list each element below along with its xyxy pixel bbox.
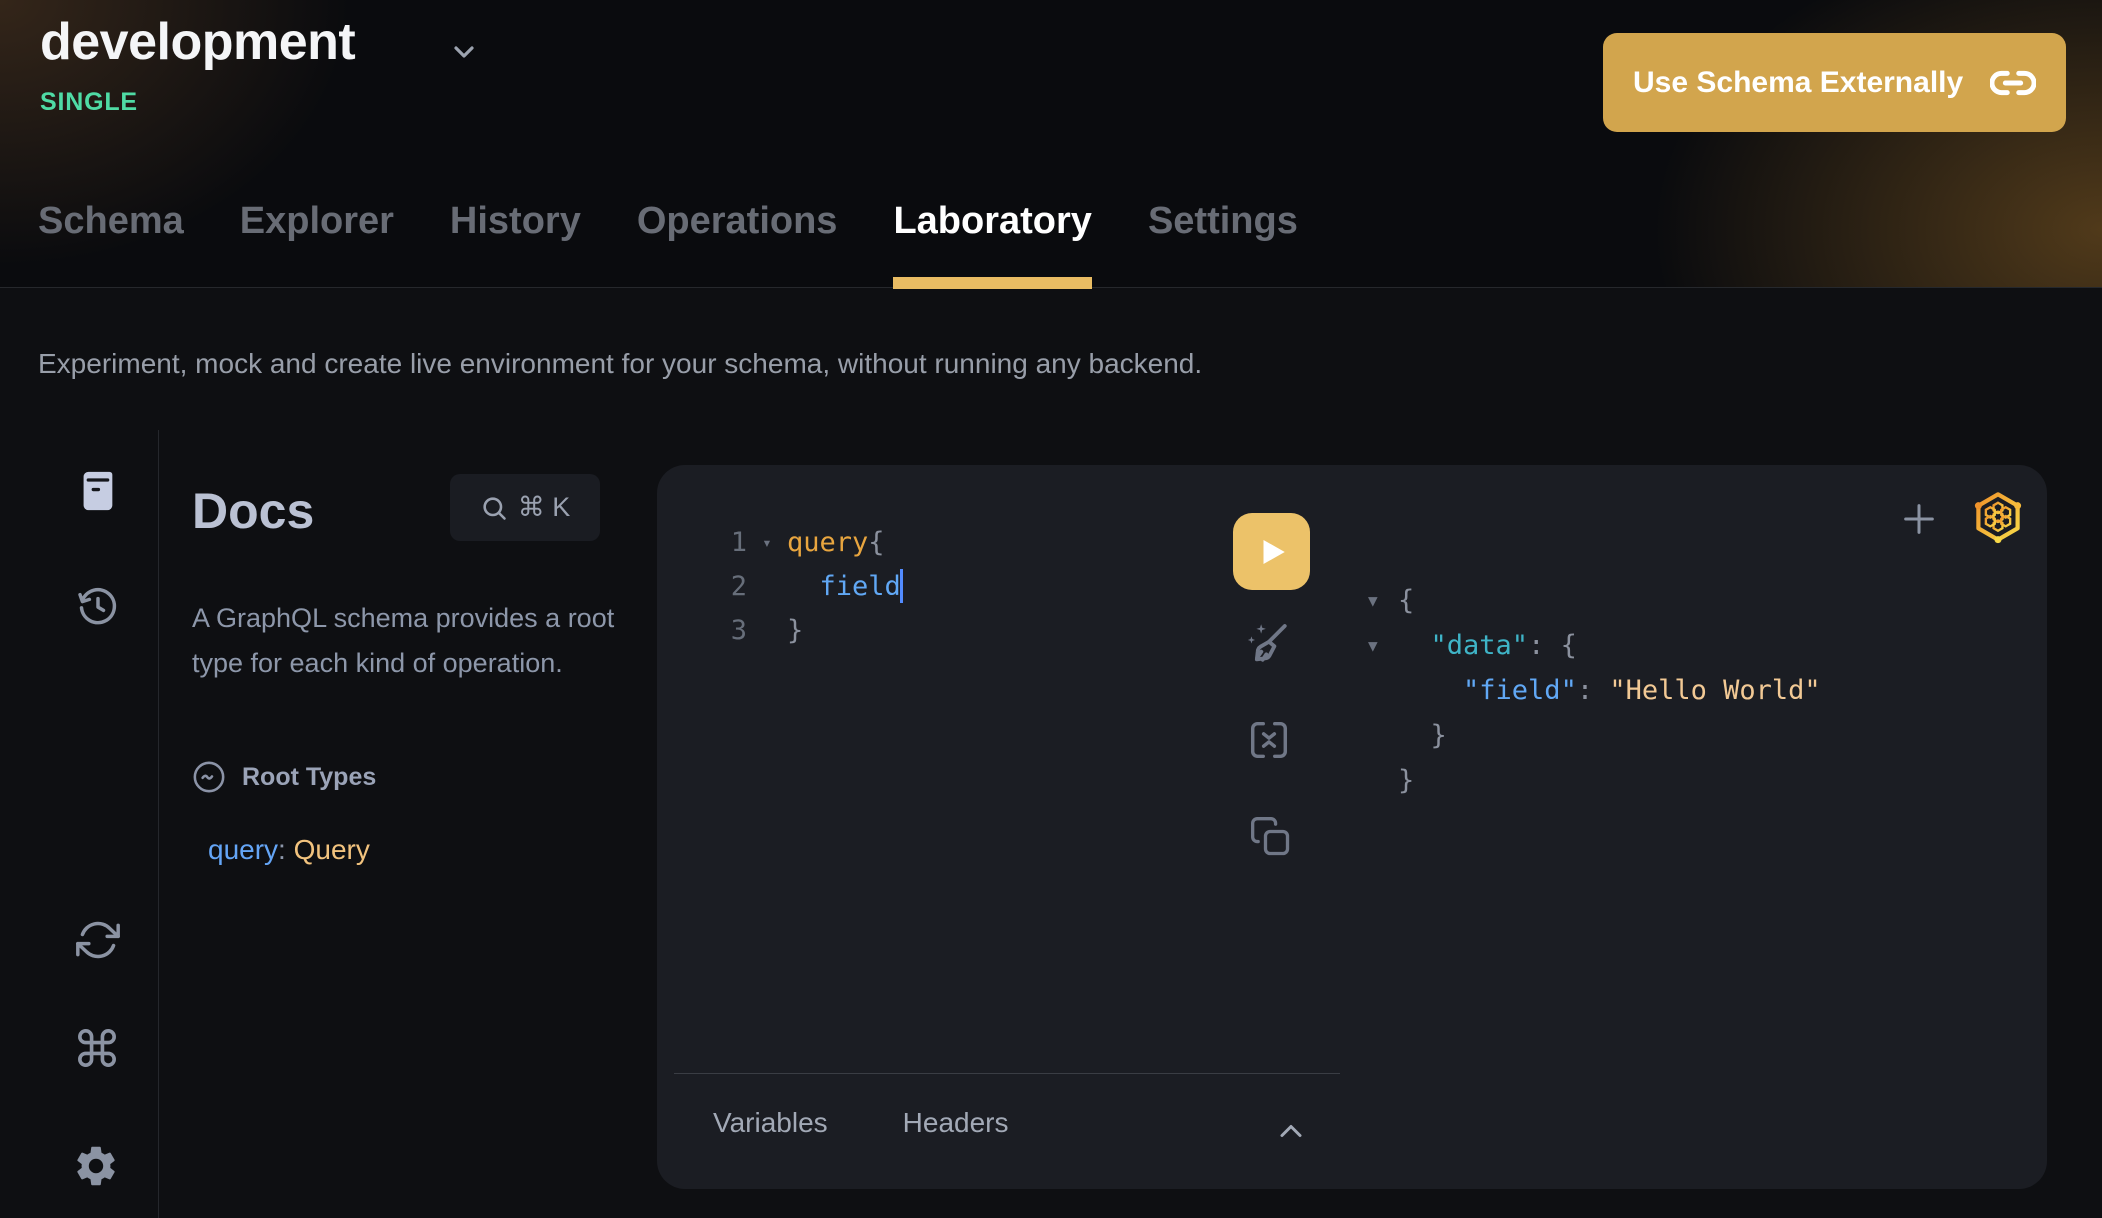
page-header: development SINGLE Use Schema Externally… — [0, 0, 2102, 288]
collapse-chevron-up-icon[interactable] — [1273, 1113, 1309, 1154]
docs-book-icon[interactable] — [74, 468, 120, 514]
settings-gear-icon[interactable] — [72, 1142, 120, 1190]
status-badge: SINGLE — [40, 88, 138, 117]
use-schema-externally-button[interactable]: Use Schema Externally — [1603, 33, 2066, 132]
tab-laboratory[interactable]: Laboratory — [893, 198, 1091, 244]
root-type-separator: : — [278, 834, 294, 865]
response-viewer: ▼ { ▼ "data": { "field": "Hello World" }… — [1368, 578, 1821, 803]
response-line: ▼ "data": { — [1368, 623, 1821, 668]
docs-heading: Docs — [192, 482, 314, 540]
refresh-icon[interactable] — [76, 918, 120, 962]
page-subtitle: Experiment, mock and create live environ… — [38, 348, 1202, 380]
line-number: 2 — [657, 571, 747, 602]
use-schema-externally-label: Use Schema Externally — [1633, 66, 1963, 100]
response-line: } — [1368, 758, 1821, 803]
play-icon — [1255, 535, 1289, 569]
variables-divider — [674, 1073, 1340, 1074]
history-icon[interactable] — [76, 584, 120, 628]
line-number: 1 — [657, 527, 747, 558]
graphiql-panel: 1 ▾ query{ 2 field 3 } — [657, 465, 2047, 1189]
response-line: "field": "Hello World" — [1368, 668, 1821, 713]
secondary-editor-tabs: Variables Headers — [713, 1107, 1009, 1139]
tab-settings[interactable]: Settings — [1148, 198, 1298, 244]
tab-variables[interactable]: Variables — [713, 1107, 828, 1139]
chevron-down-icon[interactable] — [448, 36, 480, 68]
prettify-icon[interactable] — [1242, 617, 1296, 676]
target-title: development — [40, 12, 355, 72]
text-cursor — [900, 569, 903, 603]
tab-history[interactable]: History — [450, 198, 581, 244]
tab-schema[interactable]: Schema — [38, 198, 184, 244]
tab-headers[interactable]: Headers — [903, 1107, 1009, 1139]
docs-description: A GraphQL schema provides a root type fo… — [192, 596, 617, 686]
root-types-section: Root Types — [192, 760, 376, 794]
add-tab-plus-icon[interactable] — [1899, 499, 1939, 544]
root-type-name[interactable]: Query — [294, 834, 370, 865]
sidebar-divider — [158, 430, 159, 1218]
fold-toggle-icon[interactable]: ▼ — [1368, 636, 1398, 655]
line-number: 3 — [657, 615, 747, 646]
editor-line: 1 ▾ query{ — [657, 520, 901, 564]
search-shortcut-label: ⌘ K — [518, 492, 571, 523]
root-types-label: Root Types — [242, 763, 376, 792]
link-icon — [1990, 60, 2036, 106]
editor-line: 2 field — [657, 564, 901, 608]
query-editor[interactable]: 1 ▾ query{ 2 field 3 } — [657, 520, 901, 652]
hive-logo-icon[interactable] — [1970, 489, 2026, 550]
root-types-icon — [192, 760, 226, 794]
response-line: ▼ { — [1368, 578, 1821, 623]
docs-search-button[interactable]: ⌘ K — [450, 474, 600, 541]
copy-query-icon[interactable] — [1249, 815, 1293, 864]
shortcuts-command-icon[interactable]: ⌘ — [72, 1028, 122, 1072]
execute-query-button[interactable] — [1233, 513, 1310, 590]
response-line: } — [1368, 713, 1821, 758]
tab-operations[interactable]: Operations — [637, 198, 838, 244]
root-type-field: query — [208, 834, 278, 865]
editor-line: 3 } — [657, 608, 901, 652]
search-icon — [480, 494, 508, 522]
merge-fragments-icon[interactable] — [1246, 717, 1292, 768]
fold-toggle-icon[interactable]: ▼ — [1368, 591, 1398, 610]
root-type-query-link[interactable]: query: Query — [208, 834, 370, 866]
main-nav-tabs: Schema Explorer History Operations Labor… — [38, 198, 1298, 244]
fold-toggle-icon[interactable]: ▾ — [747, 533, 787, 552]
tab-explorer[interactable]: Explorer — [240, 198, 394, 244]
